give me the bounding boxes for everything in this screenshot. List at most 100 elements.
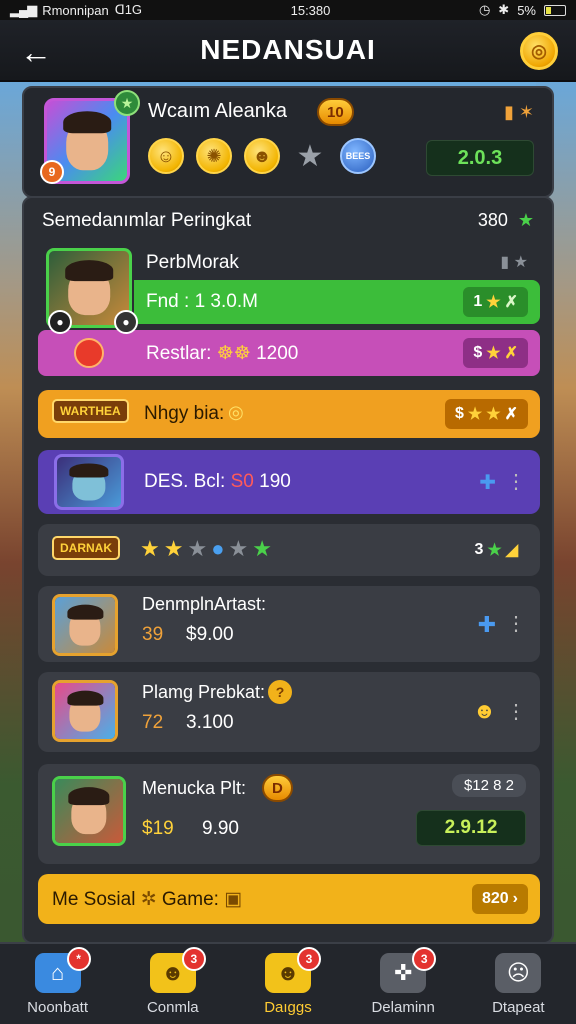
rank-chip: D — [262, 774, 293, 802]
player-name: Menucka Plt: — [142, 778, 247, 798]
puzzle-icon[interactable]: ✚ — [478, 612, 496, 638]
nav-item-badges[interactable]: ☻ 3 Daıggs — [233, 947, 343, 1016]
leaderboard-title: Semedanımlar Peringkat — [42, 210, 252, 231]
leaderboard-panel: Semedanımlar Peringkat 380 ★ PerbMorak ▮… — [22, 196, 554, 944]
list-item[interactable]: DES. Bcl: S0 190 ✚ ⋮ — [38, 450, 540, 514]
star-icon: ★ — [140, 536, 164, 561]
bottom-nav: ⌂ * Noonbatt ☻ 3 Conmla ☻ 3 Daıggs ✜ 3 D… — [0, 942, 576, 1024]
app-header: ← NEDANSUAI ◎ — [0, 20, 576, 82]
player-avatar — [54, 454, 124, 510]
sun-medal-icon: ✺ — [196, 138, 232, 174]
row-number: 72 — [142, 712, 164, 733]
list-item[interactable]: DARNAK ★★★●★★ 3 ★ ◢ — [38, 524, 540, 576]
chat-icon[interactable]: ▮ ★ — [500, 252, 528, 272]
pink-bar-trail: $ ★ ✗ — [463, 338, 528, 368]
nav-item-home[interactable]: ⌂ * Noonbatt — [3, 947, 113, 1016]
green-bar-text: Fnd : 1 3.0.M — [146, 291, 258, 312]
pink-bar-value: 1200 — [256, 343, 299, 364]
row-score: 2.9.12 — [416, 810, 526, 846]
more-options-icon[interactable]: ⋮ — [506, 614, 526, 634]
green-bar-trail: 1 ★ ✗ — [463, 287, 528, 317]
nav-badge: 3 — [412, 947, 437, 971]
star-rating: ★★★●★★ — [140, 536, 276, 562]
network-type: ᗡ1G — [114, 2, 143, 17]
medal-icon: ☺ — [148, 138, 184, 174]
nav-label: Noonbatt — [27, 999, 89, 1016]
ghost-icon: ☹ — [495, 953, 542, 993]
battery-icon — [543, 4, 566, 16]
gray-star-icon: ★ — [187, 536, 212, 561]
star-icon: ★ — [486, 345, 501, 362]
nav-label: Daıggs — [264, 999, 312, 1016]
row-trail: 3 ★ ◢ — [464, 535, 528, 565]
blue-gem-icon: ● — [211, 536, 229, 561]
top-right-stat: $12 8 2 — [451, 774, 526, 797]
avatar-level-badge: 9 — [40, 160, 64, 184]
star-icon: ★ — [486, 294, 501, 311]
emoji-icon[interactable]: ☻ — [473, 698, 496, 724]
nav-item-friends[interactable]: ☻ 3 Conmla — [118, 947, 228, 1016]
puzzle-icon[interactable]: ✚ — [479, 470, 496, 495]
status-bar: ▂▄▆ Rmonnipan ᗡ1G 15:380 ◷ ✱ 5% — [0, 0, 576, 20]
pink-stat-bar: Restlar: ☸☸ 1200 $ ★ ✗ — [38, 330, 540, 376]
close-mark-icon: ✗ — [504, 406, 518, 423]
social-game-bar[interactable]: Me Sosial ✲ Game: ▣ 820 › — [38, 874, 540, 924]
back-arrow-icon[interactable]: ← — [18, 34, 54, 70]
row-value: 3.100 — [186, 712, 234, 733]
close-mark-icon: ✗ — [504, 294, 518, 311]
more-options-icon[interactable]: ⋮ — [506, 702, 526, 722]
avatar-face — [66, 604, 104, 646]
signal-icon: ▂▄▆ — [10, 2, 37, 17]
coin-icon[interactable]: ◎ — [520, 32, 558, 70]
medal-row: ☺ ✺ ☻ ★ BEES — [148, 138, 376, 174]
social-trail[interactable]: 820 › — [471, 884, 528, 914]
list-item-top[interactable]: PerbMorak ▮ ★ Fnd : 1 3.0.M 1 ★ ✗ Restla… — [38, 244, 540, 380]
nav-item-profile[interactable]: ☹ Dtapeat — [463, 953, 573, 1016]
list-item[interactable]: Plamg Prebkat: ? 72 3.100 ☻ ⋮ — [38, 672, 540, 752]
avatar-face — [69, 463, 109, 500]
list-item[interactable]: WARTHEA Nhgy bia: ◎ $ ★ ★ ✗ — [38, 390, 540, 438]
green-star-icon: ★ — [252, 536, 276, 561]
avatar-face — [68, 787, 110, 835]
level-chip: 10 — [317, 98, 354, 126]
ticket-icon: ◢ — [505, 542, 518, 559]
rank-badge-secondary: ● — [114, 310, 138, 334]
row-number: 39 — [142, 624, 164, 645]
help-icon[interactable]: ? — [268, 680, 292, 704]
blue-medal-badge: BEES — [340, 138, 376, 174]
sparkle-icon: ✲ — [140, 889, 157, 910]
alarm-icon: ◷ — [478, 2, 491, 17]
more-options-icon[interactable]: ⋮ — [506, 472, 526, 492]
status-time: 15:380 — [290, 2, 331, 18]
rank-banner: WARTHEA — [52, 399, 129, 423]
fire-icon — [74, 338, 104, 368]
player-name: PerbMorak — [146, 252, 239, 273]
list-item[interactable]: Menucka Plt: D $19 9.90 $12 8 2 2.9.12 — [38, 764, 540, 864]
ticket-icon[interactable]: ▮ ✶ — [504, 102, 534, 123]
avatar-face — [66, 690, 104, 732]
trail-value: 3 — [474, 541, 484, 558]
profile-score: 2.0.3 — [426, 140, 534, 176]
pink-trail-value: $ — [473, 344, 483, 361]
player-avatar — [52, 680, 118, 742]
bluetooth-icon: ✱ — [498, 2, 510, 17]
star-icon: ★ — [163, 536, 188, 561]
row-text: Nhgy bia: — [144, 403, 225, 424]
gift-icon: ▣ — [224, 889, 243, 910]
leaderboard-count: 380 ★ — [478, 210, 534, 231]
player-name: Wcaım Aleanka — [148, 100, 287, 122]
chevron-right-icon: › — [512, 890, 518, 907]
close-mark-icon: ✗ — [504, 345, 518, 362]
row-value: $9.00 — [186, 624, 234, 645]
star-icon: ★ — [486, 406, 501, 423]
row-code-2: 190 — [259, 471, 291, 492]
social-label: Me Sosial — [52, 889, 136, 910]
list-item[interactable]: DenmplnArtast: 39 $9.00 ✚ ⋮ — [38, 586, 540, 662]
row-value: 9.90 — [202, 818, 239, 839]
nav-label: Delaminn — [371, 999, 435, 1016]
star-icon: ★ — [467, 406, 483, 423]
nav-item-games[interactable]: ✜ 3 Delaminn — [348, 947, 458, 1016]
avatar-face — [64, 260, 113, 315]
nav-label: Conmla — [146, 999, 199, 1016]
player-name: DenmplnArtast: — [142, 594, 267, 614]
